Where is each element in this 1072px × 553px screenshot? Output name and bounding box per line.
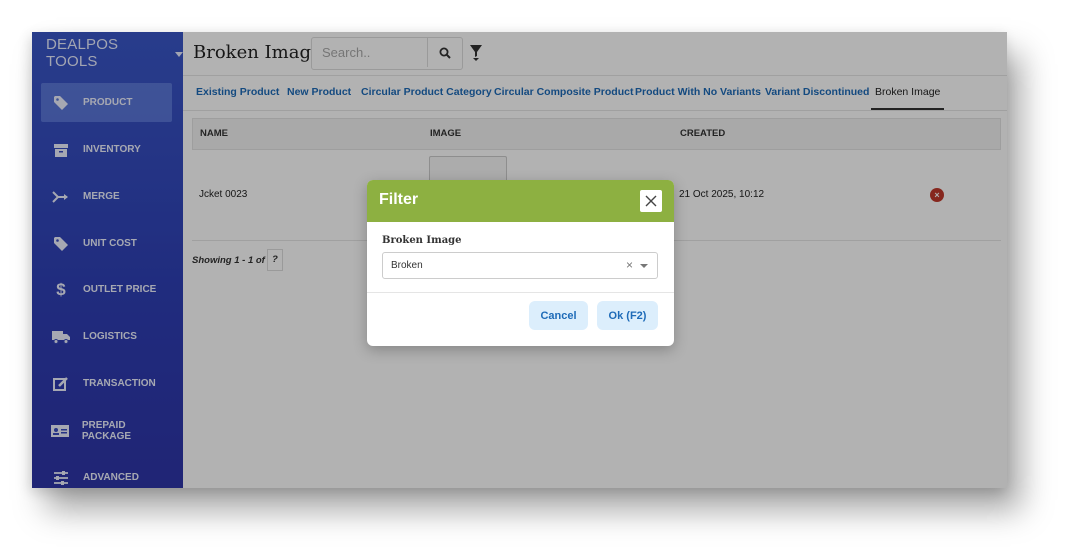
dialog-header: Filter	[367, 180, 674, 222]
broken-image-select[interactable]: Broken ×	[382, 252, 658, 279]
cancel-button[interactable]: Cancel	[529, 301, 588, 330]
dialog-title: Filter	[379, 191, 419, 208]
close-button[interactable]	[640, 190, 662, 212]
select-value: Broken	[391, 260, 423, 271]
filter-dialog: Filter Broken Image Broken × Cancel Ok (…	[367, 180, 674, 346]
app-window: DEALPOS TOOLS PRODUCT INVENTORY MERGE UN…	[32, 32, 1007, 488]
clear-icon[interactable]: ×	[626, 258, 633, 272]
close-icon	[645, 195, 657, 207]
chevron-down-icon[interactable]	[640, 264, 648, 268]
field-label: Broken Image	[382, 235, 462, 246]
divider	[367, 292, 674, 293]
ok-button[interactable]: Ok (F2)	[597, 301, 658, 330]
